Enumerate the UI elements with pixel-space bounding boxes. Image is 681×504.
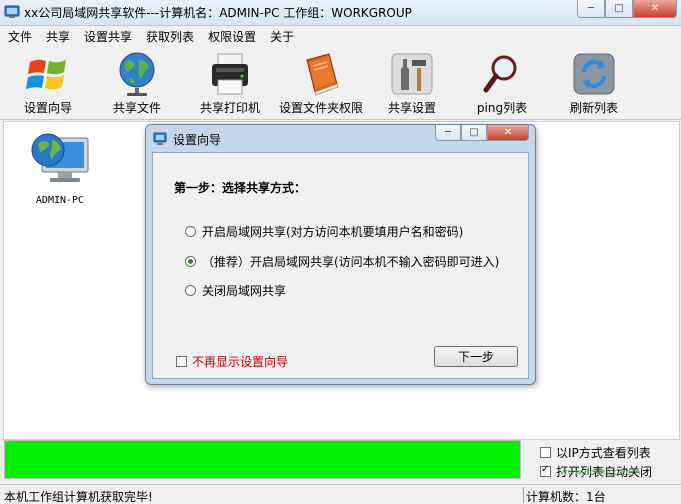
tools-icon (391, 53, 433, 95)
maximize-button[interactable]: □ (605, 0, 633, 18)
computer-count: 计算机数：1台 (526, 490, 606, 504)
toolbar-label: 共享文件 (112, 101, 161, 115)
watermark: www.downcc.com (560, 468, 641, 478)
toolbar-share-settings-button[interactable]: 共享设置 (382, 48, 442, 116)
menu-bar: 文件 共享 设置共享 获取列表 权限设置 关于 (0, 26, 681, 44)
dialog-maximize-button[interactable]: □ (461, 125, 487, 141)
app-window: xx公司局域网共享软件---计算机名：ADMIN-PC 工作组：WORKGROU… (0, 0, 681, 504)
setup-wizard-dialog: 设置向导 ─ □ ✕ 第一步：选择共享方式： 开启局域网共享(对方访问本机要填用… (145, 124, 536, 385)
toolbar-label: 共享打印机 (199, 101, 260, 115)
radio-button[interactable] (185, 226, 196, 237)
option-label: （推荐）开启局域网共享(访问本机不输入密码即可进入) (202, 255, 500, 269)
checkbox-label: 以IP方式查看列表 (556, 446, 651, 460)
option-share-with-password[interactable]: 开启局域网共享(对方访问本机要填用户名和密码) (185, 223, 463, 240)
menu-share[interactable]: 共享 (38, 26, 76, 44)
toolbar-label: 设置向导 (23, 101, 72, 115)
toolbar-share-printer-button[interactable]: 共享打印机 (195, 48, 265, 116)
toolbar-label: ping列表 (476, 101, 528, 115)
computer-name: ADMIN-PC (35, 195, 85, 206)
status-divider (523, 487, 524, 503)
toolbar: 设置向导 共享文件 共享打印机 设置文件夹权限 共享设置 ping列表 刷新列表 (0, 45, 681, 120)
option-label: 关闭局域网共享 (202, 284, 287, 298)
menu-share-settings[interactable]: 设置共享 (76, 26, 138, 44)
book-icon (306, 53, 339, 96)
app-icon (4, 5, 20, 18)
toolbar-label: 刷新列表 (569, 101, 618, 115)
next-button[interactable]: 下一步 (434, 346, 518, 367)
toolbar-label: 共享设置 (387, 101, 436, 115)
printer-icon (212, 53, 248, 95)
toolbar-refresh-list-button[interactable]: 刷新列表 (564, 48, 624, 116)
dialog-close-button[interactable]: ✕ (487, 125, 529, 141)
option-disable-share[interactable]: 关闭局域网共享 (185, 282, 286, 299)
toolbar-label: 设置文件夹权限 (279, 101, 364, 115)
windows-flag-icon (26, 59, 66, 90)
menu-about[interactable]: 关于 (262, 26, 300, 44)
checkbox[interactable] (176, 356, 187, 367)
toolbar-ping-list-button[interactable]: ping列表 (472, 48, 532, 116)
network-computer-icon (31, 133, 89, 182)
minimize-button[interactable]: ─ (577, 0, 605, 18)
dialog-app-icon (153, 132, 167, 145)
toolbar-share-files-button[interactable]: 共享文件 (106, 48, 168, 116)
dont-show-again-checkbox[interactable]: 不再显示设置向导 (176, 353, 288, 370)
toolbar-setup-wizard-button[interactable]: 设置向导 (17, 48, 79, 116)
refresh-icon (573, 53, 615, 95)
dialog-window-controls: ─ □ ✕ (435, 125, 529, 141)
view-by-ip-checkbox[interactable]: 以IP方式查看列表 (540, 444, 651, 461)
dialog-body: 第一步：选择共享方式： 开启局域网共享(对方访问本机要填用户名和密码) （推荐）… (152, 152, 529, 379)
menu-file[interactable]: 文件 (0, 26, 38, 44)
magnifier-icon (483, 55, 517, 93)
window-title: xx公司局域网共享软件---计算机名：ADMIN-PC 工作组：WORKGROU… (24, 6, 412, 20)
checkbox-checked[interactable] (540, 464, 551, 477)
progress-bar (4, 440, 521, 479)
status-bar: 本机工作组计算机获取完毕! 计算机数：1台 (0, 484, 681, 504)
globe-icon (119, 52, 155, 96)
menu-permissions[interactable]: 权限设置 (200, 26, 262, 44)
progress-fill (5, 441, 520, 478)
dialog-minimize-button[interactable]: ─ (435, 125, 461, 141)
radio-button-selected[interactable] (185, 256, 196, 267)
menu-get-list[interactable]: 获取列表 (138, 26, 200, 44)
checkbox-label: 不再显示设置向导 (192, 355, 289, 369)
toolbar-folder-permissions-button[interactable]: 设置文件夹权限 (279, 48, 363, 116)
step-label: 第一步：选择共享方式： (174, 181, 307, 195)
window-controls: ─ □ ✕ (577, 0, 677, 18)
close-button[interactable]: ✕ (633, 0, 677, 18)
status-message: 本机工作组计算机获取完毕! (4, 490, 153, 504)
radio-button[interactable] (185, 285, 196, 296)
checkbox[interactable] (540, 447, 551, 458)
title-bar: xx公司局域网共享软件---计算机名：ADMIN-PC 工作组：WORKGROU… (0, 0, 681, 26)
option-label: 开启局域网共享(对方访问本机要填用户名和密码) (202, 225, 464, 239)
dialog-title: 设置向导 (173, 133, 222, 147)
option-share-no-password[interactable]: （推荐）开启局域网共享(访问本机不输入密码即可进入) (185, 253, 499, 270)
computer-item[interactable]: ADMIN-PC (24, 128, 96, 218)
